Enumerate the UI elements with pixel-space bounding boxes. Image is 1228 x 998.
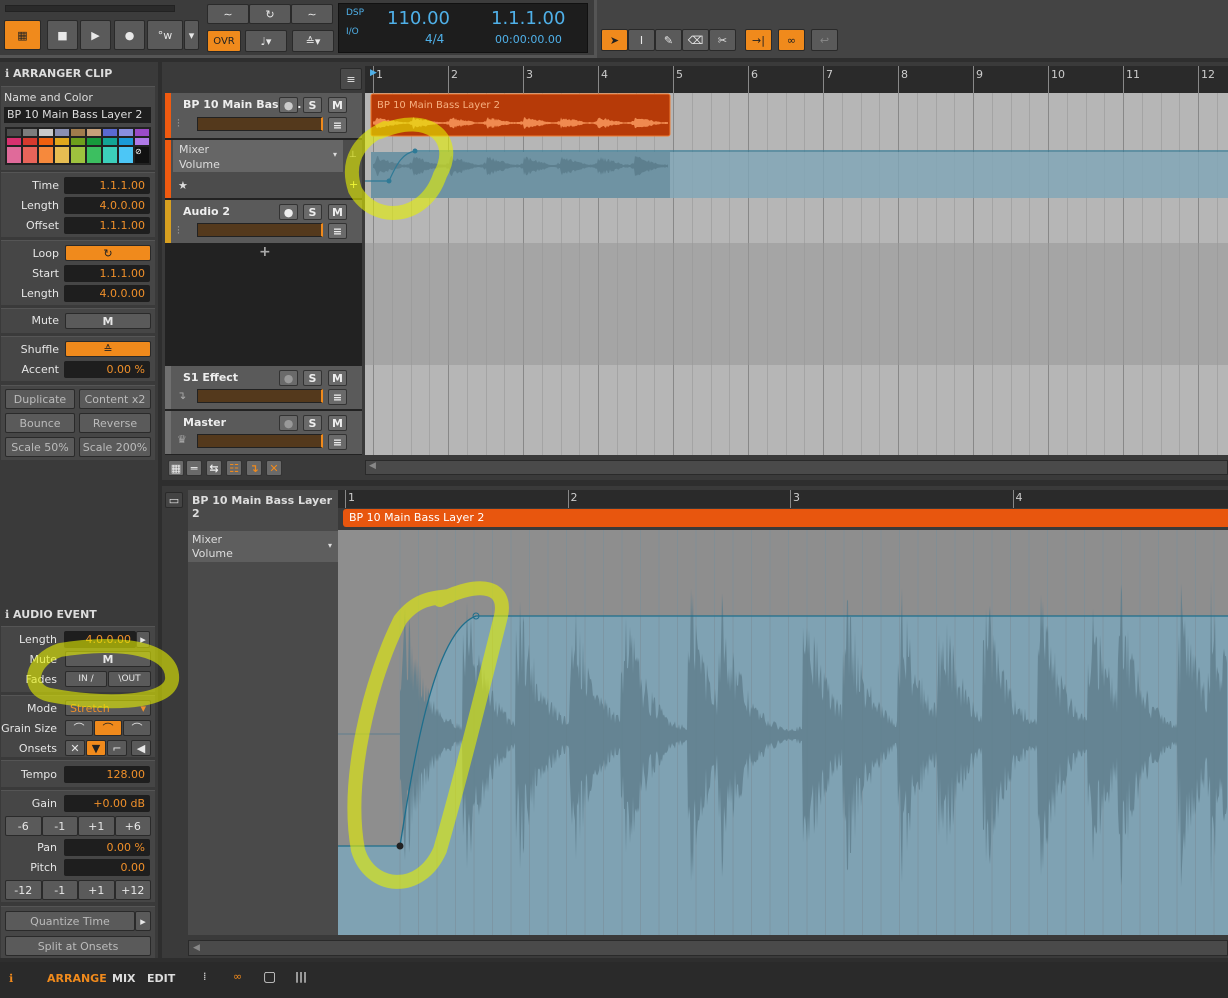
highlight-editor-fade [347,581,509,889]
note-editor-icon[interactable]: ⁞ [203,970,207,983]
arrange-view-tab[interactable]: ARRANGE [47,972,107,985]
bottom-bar: ℹ ARRANGE MIX EDIT ⁞ ∞ ▢ ||| [0,962,1228,998]
mixer-panel-icon[interactable]: ||| [295,970,307,983]
device-panel-icon[interactable]: ▢ [263,969,276,985]
automation-editor-icon[interactable]: ∞ [233,970,242,983]
highlight-arranger-fade [344,117,454,220]
highlight-fades-control [27,639,180,709]
inspector-toggle-icon[interactable]: ℹ [9,972,13,985]
edit-view-tab[interactable]: EDIT [147,972,175,985]
highlight-annotations [27,117,509,889]
mix-view-tab[interactable]: MIX [112,972,136,985]
